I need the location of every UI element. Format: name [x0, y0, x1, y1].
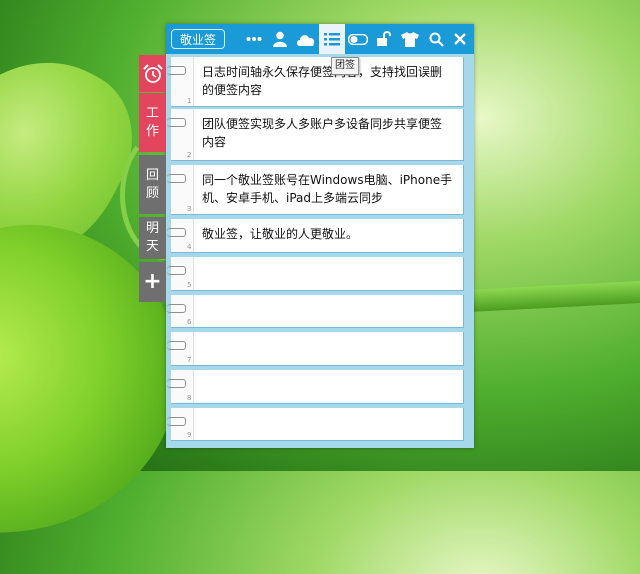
user-icon[interactable] — [267, 24, 293, 54]
note-number: 2 — [187, 151, 192, 159]
note-number: 7 — [187, 356, 192, 364]
note-number: 9 — [187, 431, 192, 439]
tooltip: 团签 — [331, 57, 359, 75]
alarm-clock-icon — [142, 63, 163, 83]
tab-label-char: 作 — [145, 123, 159, 139]
paperclip-icon — [167, 118, 186, 127]
note-item[interactable]: 9 — [167, 408, 464, 441]
tab-label-char: 顾 — [145, 185, 159, 201]
note-text[interactable]: 团队便签实现多人多账户多设备同步共享便签内容 — [202, 115, 453, 151]
toolbar: 敬业签 — [166, 24, 474, 54]
note-gutter: 1 — [171, 57, 194, 106]
note-item[interactable]: 6 — [167, 295, 464, 328]
note-item[interactable]: 5 — [167, 257, 464, 291]
paperclip-icon — [167, 417, 186, 426]
brand-button[interactable]: 敬业签 — [171, 29, 225, 49]
note-text[interactable]: 日志时间轴永久保存便签内容，支持找回误删的便签内容 — [202, 63, 453, 99]
shirt-icon[interactable] — [397, 24, 423, 54]
tab-tomorrow[interactable]: 明 天 — [139, 217, 166, 259]
more-icon[interactable] — [241, 24, 267, 54]
list-icon[interactable] — [319, 24, 345, 54]
note-item[interactable]: 4 敬业签，让敬业的人更敬业。 — [167, 219, 464, 253]
paperclip-icon — [167, 341, 186, 350]
paperclip-icon — [167, 174, 186, 183]
note-number: 4 — [187, 243, 192, 251]
note-number: 8 — [187, 394, 192, 402]
note-number: 5 — [187, 281, 192, 289]
note-item[interactable]: 3 同一个敬业签账号在Windows电脑、iPhone手机、安卓手机、iPad上… — [167, 165, 464, 215]
tab-label-char: 明 — [145, 221, 159, 236]
note-text[interactable]: 同一个敬业签账号在Windows电脑、iPhone手机、安卓手机、iPad上多端… — [202, 171, 453, 207]
note-number: 1 — [187, 97, 192, 105]
note-text[interactable]: 敬业签，让敬业的人更敬业。 — [202, 225, 453, 243]
paperclip-icon — [167, 379, 186, 388]
note-number: 6 — [187, 318, 192, 326]
toggle-icon[interactable] — [345, 24, 371, 54]
note-item[interactable]: 8 — [167, 370, 464, 404]
tab-work[interactable]: 工 作 — [139, 93, 166, 152]
tab-alarm[interactable] — [139, 55, 166, 92]
unlock-icon[interactable] — [371, 24, 397, 54]
note-gutter: 3 — [171, 165, 194, 214]
note-number: 3 — [187, 205, 192, 213]
paperclip-icon — [167, 228, 186, 237]
add-tab-button[interactable]: + — [139, 262, 166, 302]
search-icon[interactable] — [423, 24, 449, 54]
paperclip-icon — [167, 304, 186, 313]
note-item[interactable]: 2 团队便签实现多人多账户多设备同步共享便签内容 — [167, 109, 464, 161]
note-gutter: 2 — [171, 109, 194, 160]
close-icon[interactable] — [447, 24, 473, 54]
tab-label-char: 天 — [145, 239, 159, 254]
note-item[interactable]: 7 — [167, 332, 464, 366]
plus-icon: + — [143, 269, 162, 294]
tab-review[interactable]: 回 顾 — [139, 155, 166, 214]
tab-label-char: 回 — [145, 167, 159, 183]
note-item[interactable]: 1 日志时间轴永久保存便签内容，支持找回误删的便签内容 — [167, 57, 464, 107]
tab-label-char: 工 — [145, 105, 159, 121]
paperclip-icon — [167, 266, 186, 275]
paperclip-icon — [167, 66, 186, 75]
cloud-icon[interactable] — [293, 24, 319, 54]
